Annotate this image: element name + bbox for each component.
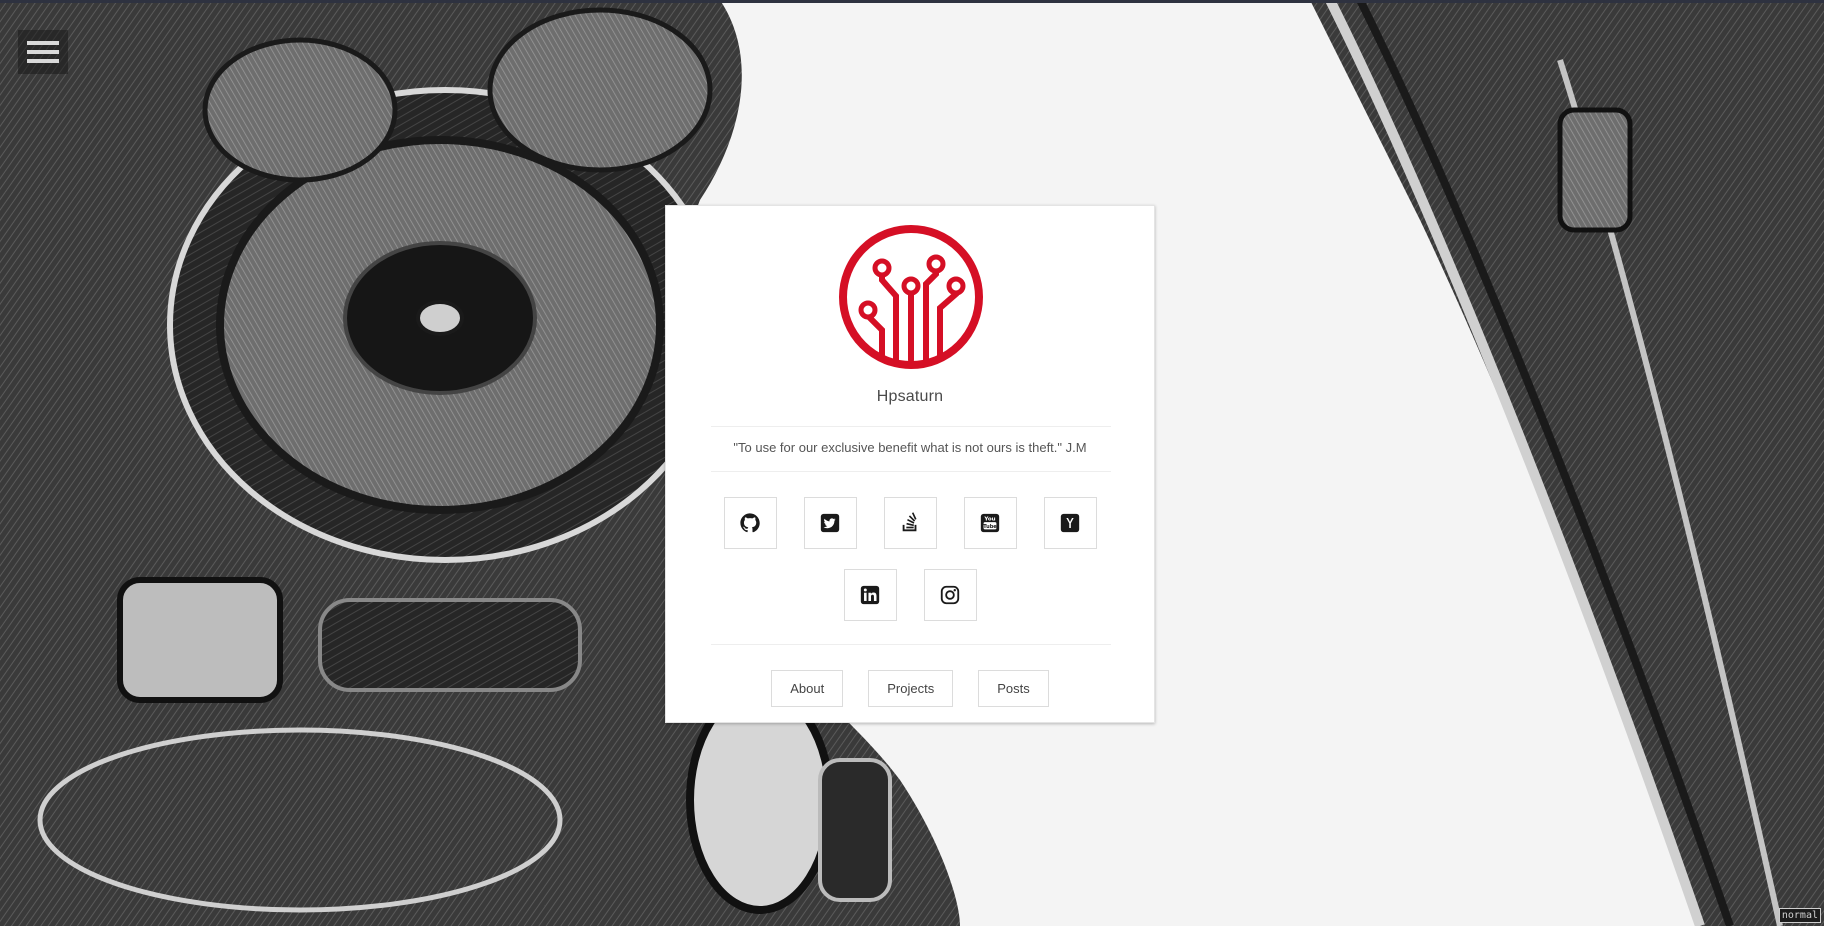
linkedin-link[interactable] — [843, 569, 897, 621]
profile-quote: "To use for our exclusive benefit what i… — [733, 440, 1087, 455]
profile-card: Hpsaturn "To use for our exclusive benef… — [665, 205, 1155, 723]
stackoverflow-link[interactable] — [883, 497, 937, 549]
divider — [711, 644, 1111, 645]
twitter-icon — [820, 513, 840, 533]
hamburger-menu-icon[interactable] — [18, 30, 68, 74]
github-link[interactable] — [723, 497, 777, 549]
svg-text:Tube: Tube — [983, 524, 997, 530]
github-icon — [740, 513, 760, 533]
youtube-icon: You Tube — [980, 513, 1000, 533]
social-links-row — [666, 569, 1154, 621]
linkedin-icon — [860, 585, 880, 605]
top-border — [0, 0, 1824, 3]
circuit-logo-icon — [839, 225, 983, 369]
nav-buttons: About Projects Posts — [666, 670, 1154, 707]
projects-button[interactable]: Projects — [868, 670, 954, 707]
social-links-row: You Tube — [666, 497, 1154, 549]
divider — [711, 426, 1111, 427]
menu-bar — [27, 50, 59, 54]
youtube-link[interactable]: You Tube — [963, 497, 1017, 549]
instagram-icon — [940, 585, 960, 605]
menu-bar — [27, 41, 59, 45]
menu-bar — [27, 59, 59, 63]
twitter-link[interactable] — [803, 497, 857, 549]
about-button[interactable]: About — [771, 670, 844, 707]
hackernews-link[interactable] — [1043, 497, 1097, 549]
profile-name: Hpsaturn — [876, 388, 944, 405]
hackernews-icon — [1060, 513, 1080, 533]
stackoverflow-icon — [902, 512, 917, 532]
posts-button[interactable]: Posts — [978, 670, 1049, 707]
svg-text:You: You — [983, 517, 995, 523]
instagram-link[interactable] — [923, 569, 977, 621]
divider — [711, 471, 1111, 472]
mode-indicator: normal — [1778, 908, 1821, 923]
page: Hpsaturn "To use for our exclusive benef… — [0, 0, 1824, 926]
